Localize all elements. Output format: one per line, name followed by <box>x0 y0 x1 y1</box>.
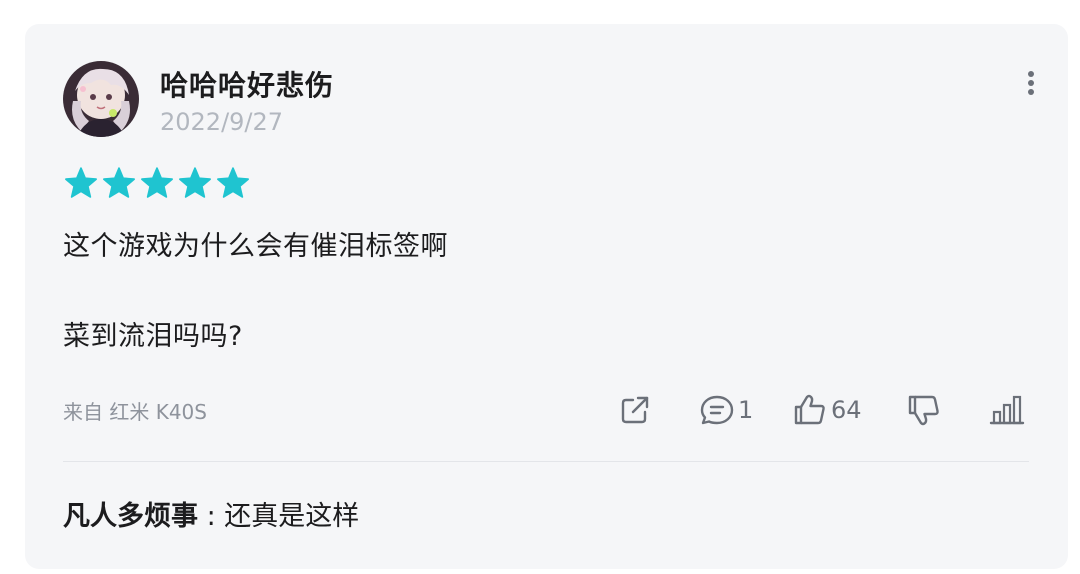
divider <box>63 461 1029 462</box>
reply-text: 还真是这样 <box>224 501 360 532</box>
review-date: 2022/9/27 <box>160 108 284 136</box>
reply-separator: : <box>198 501 225 532</box>
reply-item[interactable]: 凡人多烦事 : 还真是这样 <box>63 494 359 533</box>
thumbs-up-icon <box>794 394 825 425</box>
share-icon <box>621 396 649 424</box>
thumbs-down-icon <box>908 395 939 426</box>
like-count: 64 <box>831 396 862 424</box>
avatar[interactable] <box>63 61 139 137</box>
star-icon <box>141 167 173 198</box>
dislike-button[interactable] <box>905 390 943 430</box>
comment-button[interactable]: 1 <box>698 390 753 430</box>
comment-icon <box>700 395 734 425</box>
username[interactable]: 哈哈哈好悲伤 <box>160 64 334 104</box>
device-label: 来自 红米 K40S <box>63 400 207 424</box>
star-icon <box>217 167 249 198</box>
share-button[interactable] <box>617 390 653 430</box>
star-icon <box>179 167 211 198</box>
comment-count: 1 <box>738 396 754 424</box>
stats-button[interactable] <box>987 390 1027 430</box>
more-options-button[interactable] <box>1019 68 1043 98</box>
star-icon <box>65 167 97 198</box>
bar-chart-icon <box>989 395 1025 425</box>
review-text-line-1: 这个游戏为什么会有催泪标签啊 <box>63 231 448 262</box>
more-vertical-icon <box>1028 71 1034 95</box>
review-card: 哈哈哈好悲伤 2022/9/27 这个游戏为什么会有催泪标签啊 菜到流泪吗吗? … <box>25 24 1068 569</box>
reply-author[interactable]: 凡人多烦事 <box>63 501 198 532</box>
star-rating <box>63 166 251 200</box>
like-button[interactable]: 64 <box>791 390 862 430</box>
star-icon <box>103 167 135 198</box>
avatar-image <box>63 61 139 137</box>
review-text-line-2: 菜到流泪吗吗? <box>63 321 243 352</box>
